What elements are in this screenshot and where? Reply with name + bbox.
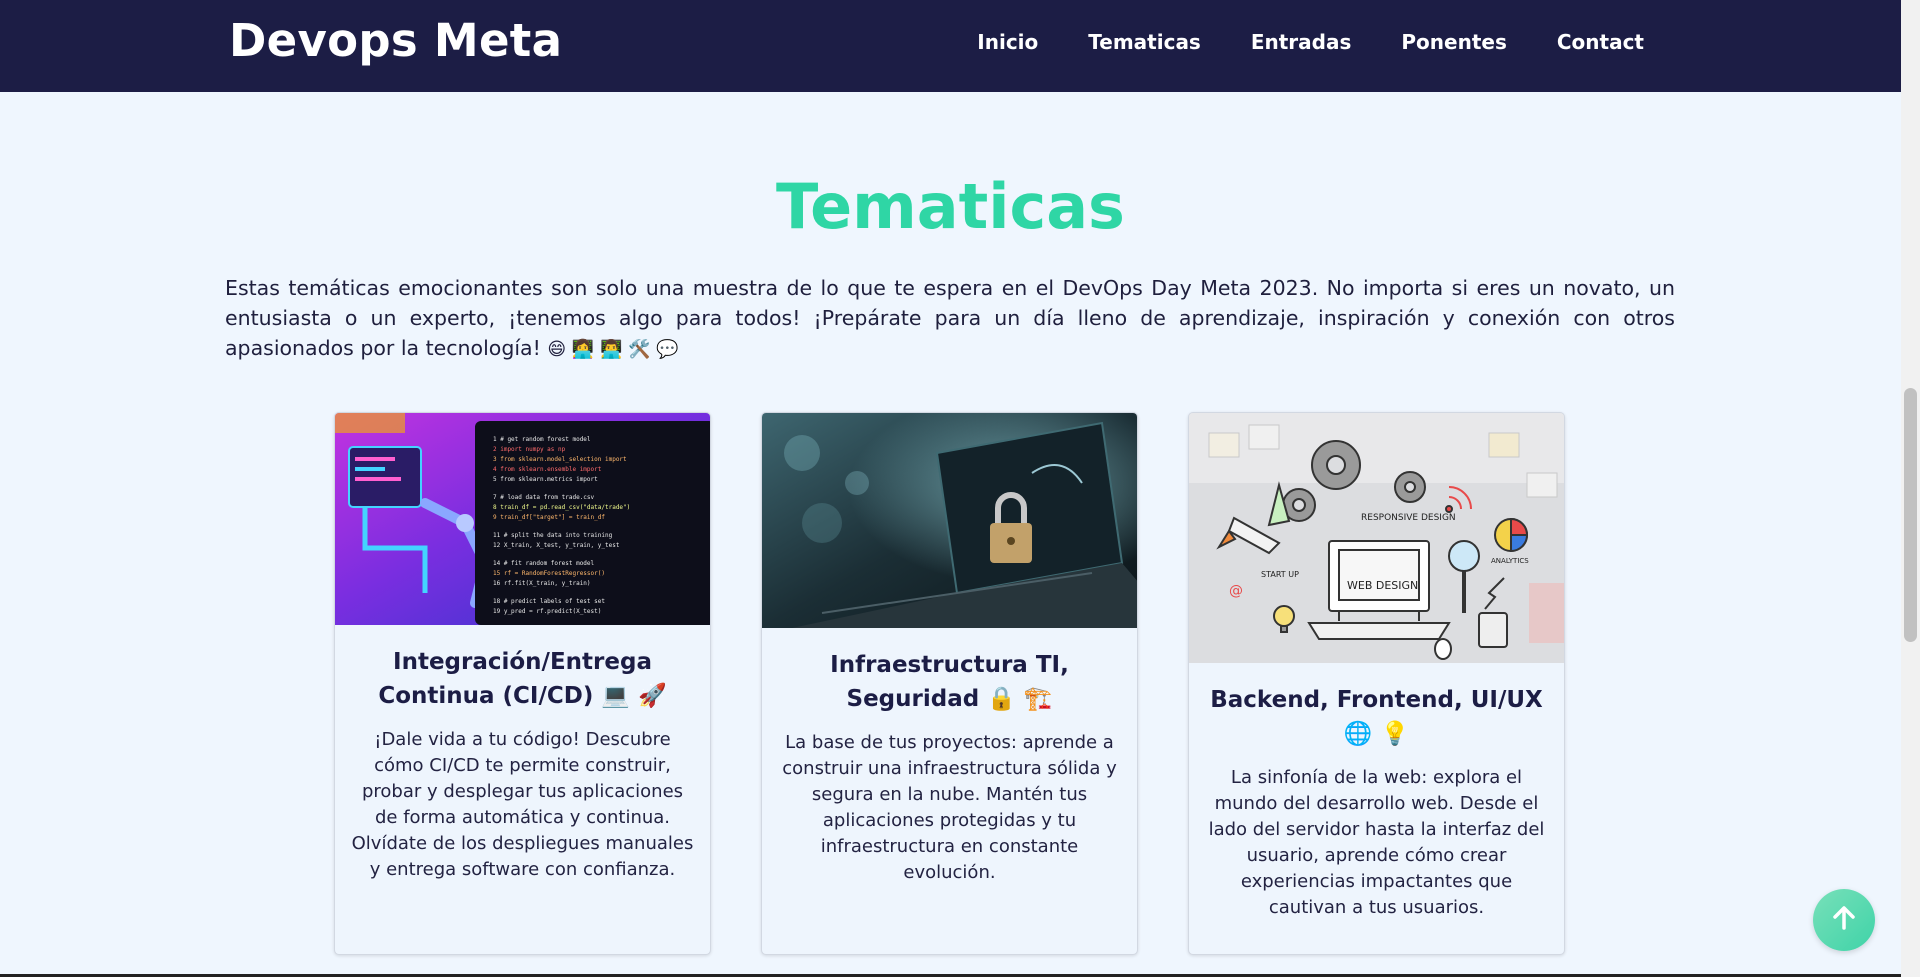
svg-text:14 # fit random forest model: 14 # fit random forest model (493, 560, 595, 567)
svg-text:8 train_df = pd.read_csv("dat: 8 train_df = pd.read_csv("data/trade") (493, 504, 630, 511)
web-image-label-analytics: ANALYTICS (1491, 557, 1529, 565)
nav-link-entradas[interactable]: Entradas (1251, 30, 1352, 54)
svg-text:@: @ (1229, 583, 1243, 599)
navbar: Devops Meta Inicio Tematicas Entradas Po… (0, 0, 1901, 92)
svg-text:18 # predict labels of test se: 18 # predict labels of test set (493, 598, 605, 605)
svg-text:2 import numpy as np: 2 import numpy as np (493, 446, 566, 453)
web-image-label-startup: START UP (1261, 570, 1299, 579)
card-title-cicd: Integración/Entrega Continua (CI/CD) 💻 🚀 (378, 649, 667, 709)
card-text-infra: La base de tus proyectos: aprende a cons… (782, 732, 1117, 883)
card-title-infra: Infraestructura TI, Seguridad 🔒 🏗️ (830, 652, 1069, 712)
scrollbar-thumb[interactable] (1904, 388, 1917, 642)
main-nav: Inicio Tematicas Entradas Ponentes Conta… (977, 30, 1644, 54)
svg-text:4 from sklearn.ensemble impor: 4 from sklearn.ensemble import (493, 466, 602, 473)
card-text-web: La sinfonía de la web: explora el mundo … (1208, 767, 1545, 918)
card-text-cicd: ¡Dale vida a tu código! Descubre cómo CI… (351, 729, 694, 880)
page-scrollbar[interactable] (1901, 0, 1920, 977)
svg-text:16 rf.fit(X_train, y_train): 16 rf.fit(X_train, y_train) (493, 580, 591, 587)
svg-text:15 rf = RandomForestRegressor(: 15 rf = RandomForestRegressor() (493, 570, 605, 577)
intro-text: Estas temáticas emocionantes son solo un… (225, 276, 1675, 360)
svg-text:5 from sklearn.metrics import: 5 from sklearn.metrics import (493, 476, 598, 483)
nav-link-tematicas[interactable]: Tematicas (1088, 30, 1201, 54)
svg-text:3 from sklearn.model_selectio: 3 from sklearn.model_selection import (493, 456, 627, 463)
intro-emojis: 😄 👩‍💻 👨‍💻 🛠️ 💬 (547, 339, 679, 360)
topic-card-infra[interactable]: Infraestructura TI, Seguridad 🔒 🏗️ La ba… (761, 412, 1138, 955)
svg-text:7 # load data from trade.csv: 7 # load data from trade.csv (493, 494, 595, 501)
arrow-up-icon (1830, 904, 1858, 936)
card-title-web: Backend, Frontend, UI/UX 🌐 💡 (1210, 687, 1543, 747)
topic-card-cicd[interactable]: 1 # get random forest model 2 import num… (334, 412, 711, 955)
nav-link-contact[interactable]: Contact (1557, 30, 1644, 54)
back-to-top-button[interactable] (1813, 889, 1875, 951)
section-title: Tematicas (776, 170, 1125, 243)
section-intro: Estas temáticas emocionantes son solo un… (225, 273, 1675, 365)
card-image-cicd: 1 # get random forest model 2 import num… (335, 413, 710, 625)
card-image-web: @ RESPONSIVE DESIGN START UP ANALYTICS W… (1189, 413, 1564, 663)
card-image-infra (762, 413, 1137, 628)
svg-text:19 y_pred = rf.predict(X_test): 19 y_pred = rf.predict(X_test) (493, 608, 601, 615)
svg-text:9 train_df["target"] = train_: 9 train_df["target"] = train_df (493, 514, 605, 521)
topic-card-web[interactable]: @ RESPONSIVE DESIGN START UP ANALYTICS W… (1188, 412, 1565, 955)
nav-link-inicio[interactable]: Inicio (977, 30, 1038, 54)
site-logo[interactable]: Devops Meta (229, 14, 562, 67)
web-image-label-webdesign: WEB DESIGN (1347, 579, 1418, 592)
svg-text:1 # get random forest model: 1 # get random forest model (493, 436, 591, 443)
web-image-label-responsive: RESPONSIVE DESIGN (1361, 513, 1456, 523)
svg-text:11 # split the data into train: 11 # split the data into training (493, 532, 613, 539)
nav-link-ponentes[interactable]: Ponentes (1401, 30, 1506, 54)
svg-text:12 X_train, X_test, y_train, y: 12 X_train, X_test, y_train, y_test (493, 542, 620, 549)
